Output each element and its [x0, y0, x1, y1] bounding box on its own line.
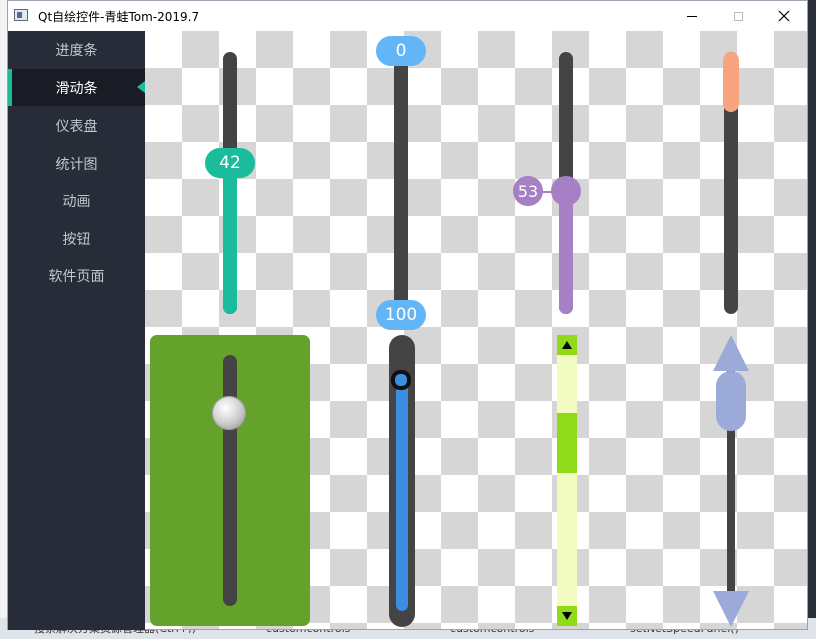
- close-icon: [778, 10, 790, 22]
- nav-item-progress[interactable]: 进度条: [8, 31, 145, 68]
- maximize-icon: [733, 11, 743, 21]
- nav-item-slider[interactable]: 滑动条: [8, 69, 145, 106]
- metal-knob-handle[interactable]: [212, 396, 246, 430]
- window-title: Qt自绘控件-青蛙Tom-2019.7: [38, 10, 200, 24]
- lime-scrollbar-track[interactable]: [557, 335, 577, 626]
- nav-item-label: 软件页面: [48, 268, 105, 285]
- minimize-icon: [687, 15, 697, 17]
- nav-item-label: 动画: [62, 193, 91, 210]
- triangle-down-icon: [562, 612, 572, 620]
- purple-slider-value: 53: [517, 181, 539, 201]
- maximize-button[interactable]: [715, 1, 761, 31]
- purple-slider-handle[interactable]: [551, 176, 581, 206]
- range-slider-max-value: 100: [384, 305, 418, 325]
- nav-item-gauge[interactable]: 仪表盘: [8, 107, 145, 144]
- nav-item-label: 进度条: [55, 42, 98, 59]
- arrow-down-icon[interactable]: [713, 591, 749, 627]
- range-slider-min-handle[interactable]: 0: [376, 36, 426, 66]
- nav-item-animation[interactable]: 动画: [8, 182, 145, 219]
- lime-scroll-down-button[interactable]: [557, 606, 577, 626]
- app-window: Qt自绘控件-青蛙Tom-2019.7 进度条 滑动条 仪表盘 统计图 动画 按…: [7, 0, 808, 630]
- slider-demo-canvas: 42 0 100 53: [145, 31, 807, 629]
- range-slider-max-handle[interactable]: 100: [376, 300, 426, 330]
- lime-scroll-up-button[interactable]: [557, 335, 577, 355]
- teal-slider-value: 42: [219, 153, 241, 173]
- nav-item-label: 按钮: [62, 231, 91, 248]
- nav-item-label: 统计图: [55, 156, 98, 173]
- blue-slider-handle[interactable]: [391, 370, 411, 390]
- sidebar-nav: 进度条 滑动条 仪表盘 统计图 动画 按钮 软件页面: [8, 31, 145, 630]
- nav-item-label: 滑动条: [55, 80, 98, 97]
- range-slider-min-value: 0: [395, 41, 407, 61]
- range-slider-track[interactable]: [394, 51, 408, 313]
- nav-item-button[interactable]: 按钮: [8, 220, 145, 257]
- green-slider-track[interactable]: [223, 355, 237, 606]
- app-icon: [14, 9, 28, 21]
- nav-item-chart[interactable]: 统计图: [8, 145, 145, 182]
- teal-slider-fill: [223, 163, 237, 314]
- lime-scroll-thumb[interactable]: [557, 413, 577, 473]
- purple-slider-value-tag: 53: [513, 176, 543, 206]
- minimize-button[interactable]: [669, 1, 715, 31]
- background-window-right: [808, 0, 816, 639]
- nav-item-software-page[interactable]: 软件页面: [8, 257, 145, 294]
- blue-slider-fill: [396, 373, 408, 611]
- teal-slider-handle[interactable]: 42: [205, 148, 255, 178]
- purple-slider-fill: [559, 191, 573, 314]
- triangle-up-icon: [562, 341, 572, 349]
- title-bar[interactable]: Qt自绘控件-青蛙Tom-2019.7: [8, 1, 807, 31]
- close-button[interactable]: [761, 1, 807, 31]
- arrow-up-icon[interactable]: [713, 335, 749, 371]
- nav-item-label: 仪表盘: [55, 118, 98, 135]
- orange-slider-handle[interactable]: [723, 52, 739, 112]
- periwinkle-slider-handle[interactable]: [716, 371, 746, 431]
